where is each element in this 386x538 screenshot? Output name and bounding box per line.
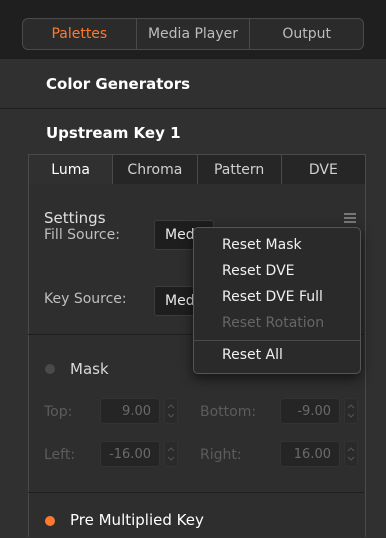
mask-bottom-label: Bottom: bbox=[200, 404, 257, 420]
menu-reset-dve[interactable]: Reset DVE bbox=[222, 263, 295, 279]
mask-bottom-stepper[interactable] bbox=[344, 398, 358, 424]
mask-right-stepper[interactable] bbox=[344, 441, 358, 467]
menu-reset-mask[interactable]: Reset Mask bbox=[222, 237, 302, 253]
menu-separator bbox=[194, 340, 360, 341]
mask-right-input[interactable]: 16.00 bbox=[280, 441, 340, 467]
divider bbox=[28, 492, 364, 493]
upstream-key-title[interactable]: Upstream Key 1 bbox=[46, 124, 181, 142]
pre-multiplied-label[interactable]: Pre Multiplied Key bbox=[70, 511, 204, 529]
tab-pattern[interactable]: Pattern bbox=[198, 155, 282, 185]
mask-top-stepper[interactable] bbox=[164, 398, 178, 424]
tab-output[interactable]: Output bbox=[250, 19, 363, 49]
tab-luma[interactable]: Luma bbox=[29, 155, 114, 185]
tab-chroma[interactable]: Chroma bbox=[113, 155, 198, 185]
key-source-label: Key Source: bbox=[44, 291, 127, 307]
key-type-tabs: Luma Chroma Pattern DVE bbox=[28, 154, 366, 186]
mask-toggle-icon[interactable] bbox=[45, 364, 55, 374]
menu-reset-rotation: Reset Rotation bbox=[222, 315, 325, 331]
menu-icon[interactable] bbox=[344, 211, 356, 225]
tab-palettes[interactable]: Palettes bbox=[23, 19, 137, 49]
mask-top-input[interactable]: 9.00 bbox=[100, 398, 160, 424]
fill-source-label: Fill Source: bbox=[44, 227, 120, 243]
tab-media-player[interactable]: Media Player bbox=[137, 19, 251, 49]
settings-menu: Reset Mask Reset DVE Reset DVE Full Rese… bbox=[193, 227, 361, 374]
menu-reset-all[interactable]: Reset All bbox=[222, 347, 283, 363]
mask-right-label: Right: bbox=[200, 447, 242, 463]
pre-multiplied-toggle-icon[interactable] bbox=[45, 516, 55, 526]
mask-left-label: Left: bbox=[44, 447, 76, 463]
mask-bottom-input[interactable]: -9.00 bbox=[280, 398, 340, 424]
tab-dve[interactable]: DVE bbox=[282, 155, 365, 185]
mask-left-stepper[interactable] bbox=[164, 441, 178, 467]
mask-top-label: Top: bbox=[44, 404, 73, 420]
palette-tabs: Palettes Media Player Output bbox=[22, 18, 364, 50]
menu-reset-dve-full[interactable]: Reset DVE Full bbox=[222, 289, 323, 305]
color-generators-title[interactable]: Color Generators bbox=[46, 75, 190, 93]
mask-label[interactable]: Mask bbox=[70, 360, 109, 378]
mask-left-input[interactable]: -16.00 bbox=[100, 441, 160, 467]
